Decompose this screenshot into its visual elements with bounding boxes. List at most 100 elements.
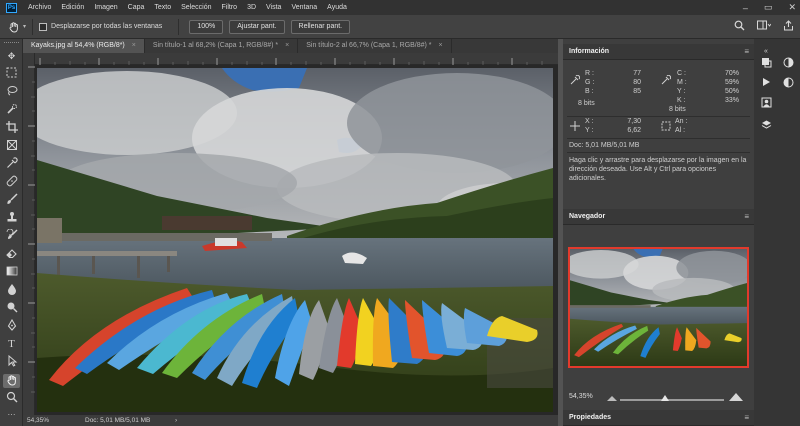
horizontal-ruler[interactable] <box>35 53 558 65</box>
pen-icon[interactable] <box>3 318 20 333</box>
menu-archivo[interactable]: Archivo <box>23 4 56 11</box>
marquee-icon[interactable] <box>3 67 20 81</box>
info-panel-title[interactable]: Información <box>569 44 609 60</box>
share-icon[interactable] <box>783 20 794 34</box>
brush-icon[interactable] <box>3 193 20 207</box>
navigator-panel-title[interactable]: Navegador <box>569 209 605 225</box>
tab-sin-titulo-1[interactable]: Sin título-1 al 68,2% (Capa 1, RGB/8#) *… <box>145 39 299 53</box>
menu-vista[interactable]: Vista <box>261 4 286 11</box>
hand-icon[interactable] <box>8 21 20 33</box>
vertical-ruler[interactable] <box>23 53 35 415</box>
document-tabs: Kayaks.jpg al 54,4% (RGB/8*) × Sin título… <box>23 39 558 53</box>
eraser-icon[interactable] <box>3 247 20 261</box>
close-button[interactable]: ✕ <box>788 2 796 13</box>
menu-ventana[interactable]: Ventana <box>286 4 322 11</box>
quick-select-icon[interactable] <box>3 103 20 117</box>
menu-imagen[interactable]: Imagen <box>89 4 122 11</box>
hand-tool-icon[interactable] <box>3 374 20 388</box>
toolbar-grip[interactable] <box>4 42 19 44</box>
menu-capa[interactable]: Capa <box>123 4 150 11</box>
navigator-zoom[interactable]: 54,35% <box>569 393 593 400</box>
move-icon[interactable]: ✥ <box>3 49 20 63</box>
healing-brush-icon[interactable] <box>3 175 20 189</box>
zoom-icon[interactable] <box>3 391 20 405</box>
navigator-zoom-knob[interactable] <box>661 395 669 401</box>
info-x-label: X : <box>585 118 594 125</box>
tab-close-icon[interactable]: × <box>132 42 136 49</box>
info-panel-header[interactable]: Información ≡ <box>563 44 754 60</box>
photoshop-logo[interactable]: Ps <box>6 2 17 13</box>
eyedropper-icon <box>661 74 672 87</box>
crop-icon[interactable] <box>3 121 20 135</box>
info-k-value: 33% <box>724 97 739 104</box>
tab-label: Sin título-1 al 68,2% (Capa 1, RGB/8#) * <box>152 42 279 49</box>
eyedropper-icon[interactable] <box>3 157 20 171</box>
info-b-value: 85 <box>633 88 641 95</box>
info-rgb-bits: 8 bits <box>578 100 595 107</box>
document-image[interactable] <box>17 68 577 412</box>
gradient-icon[interactable] <box>3 265 20 279</box>
menu-edicion[interactable]: Edición <box>56 4 89 11</box>
selection-size-icon <box>661 121 671 133</box>
workspace-icon[interactable] <box>757 20 772 34</box>
dodge-icon[interactable] <box>3 301 20 315</box>
tab-sin-titulo-2[interactable]: Sin título-2 al 66,7% (Capa 1, RGB/8#) *… <box>298 39 452 53</box>
tool-preset-dropdown[interactable]: ▾ <box>23 23 26 30</box>
play-icon[interactable] <box>759 77 773 91</box>
zoom-out-icon[interactable] <box>607 395 617 403</box>
properties-panel-title[interactable]: Propiedades <box>569 410 611 426</box>
layers-icon[interactable] <box>759 119 773 133</box>
navigator-panel-header[interactable]: Navegador ≡ <box>563 209 754 225</box>
lasso-icon[interactable] <box>3 85 20 99</box>
search-icon[interactable] <box>734 20 745 34</box>
info-width-label: An : <box>675 118 688 125</box>
tab-close-icon[interactable]: × <box>285 42 289 49</box>
menu-seleccion[interactable]: Selección <box>176 4 216 11</box>
properties-panel-header[interactable]: Propiedades ≡ <box>563 410 754 426</box>
zoom-in-icon[interactable] <box>729 393 743 403</box>
more-tools-icon[interactable]: ··· <box>3 408 20 422</box>
type-icon[interactable]: T <box>3 337 20 351</box>
navigator-thumbnail[interactable] <box>568 247 749 368</box>
divider <box>32 18 34 35</box>
menu-3d[interactable]: 3D <box>242 4 261 11</box>
swatches-icon[interactable] <box>781 57 795 71</box>
panel-dock: « <box>754 39 800 426</box>
info-panel-menu-icon[interactable]: ≡ <box>744 44 749 60</box>
fit-screen-button[interactable]: Ajustar pant. <box>229 19 285 34</box>
fill-screen-button[interactable]: Rellenar pant. <box>290 19 351 34</box>
tab-kayaks[interactable]: Kayaks.jpg al 54,4% (RGB/8*) × <box>23 39 145 53</box>
history-brush-icon[interactable] <box>3 228 20 243</box>
zoom-100-button[interactable]: 100% <box>189 19 224 34</box>
menu-bar: Ps Archivo Edición Imagen Capa Texto Sel… <box>0 0 800 15</box>
properties-panel-menu-icon[interactable]: ≡ <box>744 410 749 426</box>
divider <box>567 152 750 153</box>
libraries-icon[interactable] <box>759 97 773 111</box>
scroll-all-windows-checkbox[interactable] <box>39 22 48 31</box>
navigator-panel-menu-icon[interactable]: ≡ <box>744 209 749 225</box>
menu-filtro[interactable]: Filtro <box>217 4 243 11</box>
path-select-icon[interactable] <box>3 354 20 369</box>
blur-icon[interactable] <box>3 283 20 297</box>
color-icon[interactable] <box>759 57 773 71</box>
status-zoom[interactable]: 54,35% <box>27 415 49 426</box>
frame-icon[interactable] <box>3 139 20 153</box>
minimize-button[interactable]: – <box>743 3 748 13</box>
maximize-button[interactable]: ▭ <box>764 2 773 13</box>
adjust-icon[interactable] <box>781 77 795 91</box>
clone-stamp-icon[interactable] <box>3 211 20 225</box>
tab-close-icon[interactable]: × <box>439 42 443 49</box>
crosshair-icon <box>570 121 580 133</box>
info-cmyk-bits: 8 bits <box>669 106 686 113</box>
divider <box>567 116 750 117</box>
window-controls: – ▭ ✕ <box>743 0 796 15</box>
canvas-area[interactable] <box>17 65 577 415</box>
options-right-icons <box>734 15 794 39</box>
info-g-value: 80 <box>633 79 641 86</box>
status-arrow-icon[interactable]: › <box>175 415 177 426</box>
menu-ayuda[interactable]: Ayuda <box>322 4 352 11</box>
menu-texto[interactable]: Texto <box>149 4 176 11</box>
navigator-zoom-slider[interactable] <box>620 399 724 401</box>
info-r-value: 77 <box>633 70 641 77</box>
info-doc-size: Doc: 5,01 MB/5,01 MB <box>569 142 640 149</box>
